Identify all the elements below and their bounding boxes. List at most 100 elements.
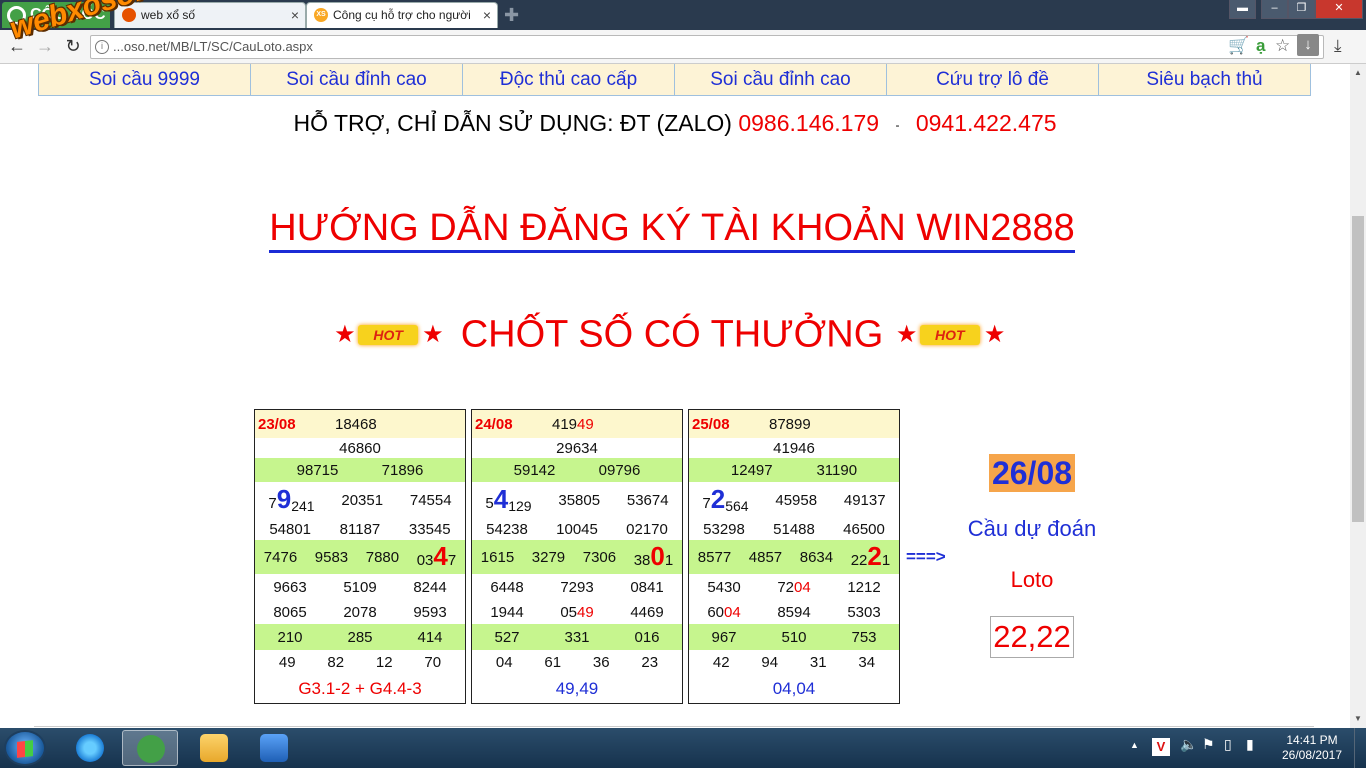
bookmark-star-icon[interactable]: ☆ xyxy=(1275,36,1290,56)
number-cell: 414 xyxy=(417,628,443,646)
bottom-divider xyxy=(34,726,1314,727)
number-cell: 7476 xyxy=(263,548,298,566)
number-cell: 6004 xyxy=(707,604,740,621)
support-line: HỖ TRỢ, CHỈ DẪN SỬ DỤNG: ĐT (ZALO) 0986.… xyxy=(0,110,1350,137)
number-cell: 31 xyxy=(809,653,827,671)
menu-item-soi-cau-dinh-cao[interactable]: Soi cầu đỉnh cao xyxy=(251,64,463,95)
signal-icon[interactable]: ▮ xyxy=(1246,736,1254,753)
third-prize-a-row: 79241 20351 74554 xyxy=(255,482,465,518)
number-cell: 016 xyxy=(634,628,660,646)
tab-close-icon[interactable]: × xyxy=(483,3,491,27)
number-cell: 59142 xyxy=(513,461,556,479)
start-button[interactable] xyxy=(4,730,46,766)
battery-icon[interactable]: ▯ xyxy=(1224,736,1232,753)
show-hidden-icons[interactable]: ▲ xyxy=(1130,740,1139,750)
tray-app-icon[interactable]: V xyxy=(1152,738,1170,756)
third-prize-a-row: 72564 45958 49137 xyxy=(689,482,899,518)
number-cell: 5430 xyxy=(707,578,741,596)
number-cell: 23 xyxy=(641,653,659,671)
maximize-button[interactable]: ❐ xyxy=(1288,0,1315,19)
taskbar-media-player[interactable] xyxy=(246,730,302,766)
third-prize-a-row: 54129 35805 53674 xyxy=(472,482,682,518)
folder-icon xyxy=(200,734,228,762)
number-cell: 54801 xyxy=(269,520,312,538)
scroll-down-icon[interactable]: ▼ xyxy=(1354,714,1362,723)
scroll-thumb[interactable] xyxy=(1352,216,1364,522)
number-cell: 41946 xyxy=(773,439,815,457)
page-scrollbar[interactable]: ▲ ▼ xyxy=(1350,64,1366,728)
menu-item-soi-cau-9999[interactable]: Soi cầu 9999 xyxy=(39,64,251,95)
seventh-prize-row: 04 61 36 23 xyxy=(472,650,682,674)
register-guide-link[interactable]: HƯỚNG DẪN ĐĂNG KÝ TÀI KHOẢN WIN2888 xyxy=(269,208,1075,253)
menu-item-cuu-tro-lo-de[interactable]: Cứu trợ lô đề xyxy=(887,64,1099,95)
close-window-button[interactable]: ✕ xyxy=(1315,0,1363,19)
show-desktop-button[interactable] xyxy=(1354,728,1366,768)
number-cell: 42 xyxy=(712,653,730,671)
translate-icon[interactable]: ạ xyxy=(1256,36,1265,56)
number-cell: 98715 xyxy=(296,461,339,479)
taskbar-internet-explorer[interactable] xyxy=(62,730,118,766)
highlight-digits: 04 xyxy=(724,603,741,621)
scroll-up-icon[interactable]: ▲ xyxy=(1354,68,1362,77)
shopping-cart-icon[interactable]: 🛒 xyxy=(1228,36,1249,56)
site-info-icon[interactable]: i xyxy=(95,40,109,54)
box-header: 23/08 18468 xyxy=(255,410,465,438)
tab-cong-cu[interactable]: XS Công cụ hỗ trợ cho người × xyxy=(306,2,498,28)
number-cell: 5303 xyxy=(847,603,881,621)
second-prize-row: 12497 31190 xyxy=(689,458,899,482)
fifth-prize-a-row: 6448 7293 0841 xyxy=(472,574,682,600)
menu-item-soi-cau-dinh-cao-2[interactable]: Soi cầu đỉnh cao xyxy=(675,64,887,95)
special-prize-main: 18468 xyxy=(335,415,377,433)
number-cell: 34 xyxy=(858,653,876,671)
arrow-indicator: ===> xyxy=(906,547,946,566)
box-header: 25/08 87899 xyxy=(689,410,899,438)
new-tab-icon[interactable]: ✚ xyxy=(504,5,519,26)
taskbar-coccoc[interactable] xyxy=(122,730,178,766)
number-cell: 2221 xyxy=(851,543,891,569)
number-cell: 4857 xyxy=(748,548,783,566)
highlight-digit: 4 xyxy=(493,483,509,514)
box-result: 04,04 xyxy=(689,674,899,704)
highlight-digits: 04 xyxy=(794,578,811,596)
number-cell: 9663 xyxy=(273,578,307,596)
first-prize-row: 46860 xyxy=(255,438,465,458)
digit-prefix: 60 xyxy=(707,603,724,621)
number-cell: 8244 xyxy=(413,578,447,596)
menu-item-sieu-bach-thu[interactable]: Siêu bạch thủ xyxy=(1099,64,1310,95)
menu-item-doc-thu-cao-cap[interactable]: Độc thủ cao cấp xyxy=(463,64,675,95)
number-cell: 5109 xyxy=(343,578,377,596)
top-menu: Soi cầu 9999 Soi cầu đỉnh cao Độc thủ ca… xyxy=(38,64,1311,96)
digit-prefix: 05 xyxy=(560,603,577,621)
support-phone-2[interactable]: 0941.422.475 xyxy=(916,110,1057,136)
download-icon[interactable]: ↓ xyxy=(1297,34,1319,56)
number-cell: 31190 xyxy=(816,461,858,479)
digit-prefix: 5 xyxy=(485,494,494,512)
highlight-digit: 4 xyxy=(433,540,448,571)
star-icon: ★ xyxy=(983,320,1006,348)
download-bar-icon[interactable]: ⤓ xyxy=(1334,36,1342,56)
tab-close-icon[interactable]: × xyxy=(291,3,299,27)
number-cell: 8634 xyxy=(799,548,834,566)
support-phone-1[interactable]: 0986.146.179 xyxy=(738,110,879,136)
network-warning-icon[interactable]: ⚑ xyxy=(1202,736,1215,753)
box-header: 24/08 41949 xyxy=(472,410,682,438)
prediction-value: 22,22 xyxy=(990,616,1074,658)
taskbar-file-explorer[interactable] xyxy=(186,730,242,766)
number-cell: 54129 xyxy=(485,486,531,514)
second-prize-row: 98715 71896 xyxy=(255,458,465,482)
number-cell: 36 xyxy=(592,653,610,671)
box-date: 24/08 xyxy=(475,415,513,433)
third-prize-b-row: 53298 51488 46500 xyxy=(689,518,899,540)
window-menu-button[interactable]: ▬ xyxy=(1229,0,1256,19)
tab-title: Công cụ hỗ trợ cho người xyxy=(333,8,471,22)
address-bar[interactable]: i ...oso.net/MB/LT/SC/CauLoto.aspx xyxy=(90,35,1324,59)
minimize-button[interactable]: – xyxy=(1261,0,1288,19)
number-cell: 9583 xyxy=(314,548,349,566)
number-cell: 6448 xyxy=(490,578,524,596)
hot-badge-left: ★ HOT ★ xyxy=(332,319,450,351)
system-clock[interactable]: 14:41 PM 26/08/2017 xyxy=(1272,733,1352,763)
number-cell: 527 xyxy=(494,628,520,646)
volume-icon[interactable]: 🔈 xyxy=(1180,736,1197,753)
number-cell: 12 xyxy=(375,653,393,671)
reload-icon[interactable]: ↻ xyxy=(62,36,84,57)
